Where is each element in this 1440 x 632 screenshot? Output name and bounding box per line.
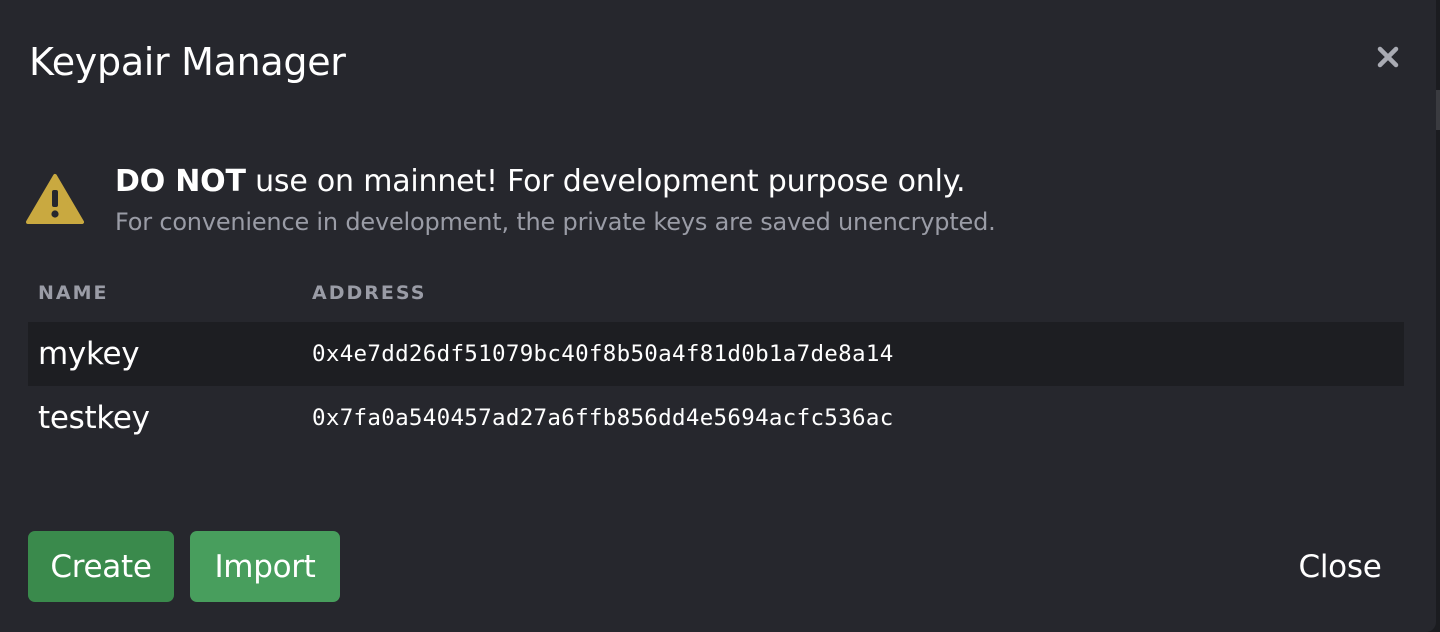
- table-row[interactable]: mykey 0x4e7dd26df51079bc40f8b50a4f81d0b1…: [28, 322, 1404, 386]
- column-header-address: ADDRESS: [312, 282, 427, 304]
- keypair-manager-dialog: Keypair Manager DO NOT use on mainnet! F…: [0, 0, 1436, 632]
- warning-banner: DO NOT use on mainnet! For development p…: [26, 160, 1126, 250]
- column-header-name: NAME: [38, 282, 109, 304]
- warning-text: use on mainnet! For development purpose …: [245, 164, 966, 199]
- table-header: NAME ADDRESS: [28, 272, 1404, 322]
- import-button[interactable]: Import: [190, 531, 340, 602]
- create-button[interactable]: Create: [28, 531, 174, 602]
- warning-subtext: For convenience in development, the priv…: [115, 208, 996, 236]
- key-address: 0x4e7dd26df51079bc40f8b50a4f81d0b1a7de8a…: [312, 341, 894, 367]
- close-icon[interactable]: [1366, 40, 1410, 74]
- scrollbar-edge: [1436, 90, 1440, 130]
- keypair-table: NAME ADDRESS mykey 0x4e7dd26df51079bc40f…: [28, 272, 1404, 450]
- warning-message: DO NOT use on mainnet! For development p…: [115, 162, 966, 202]
- warning-strong: DO NOT: [115, 164, 246, 199]
- close-button[interactable]: Close: [1280, 531, 1400, 602]
- key-name: mykey: [38, 336, 140, 372]
- key-name: testkey: [38, 400, 150, 436]
- warning-icon: [26, 174, 84, 224]
- key-address: 0x7fa0a540457ad27a6ffb856dd4e5694acfc536…: [312, 405, 894, 431]
- table-row[interactable]: testkey 0x7fa0a540457ad27a6ffb856dd4e569…: [28, 386, 1404, 450]
- dialog-title: Keypair Manager: [29, 40, 346, 84]
